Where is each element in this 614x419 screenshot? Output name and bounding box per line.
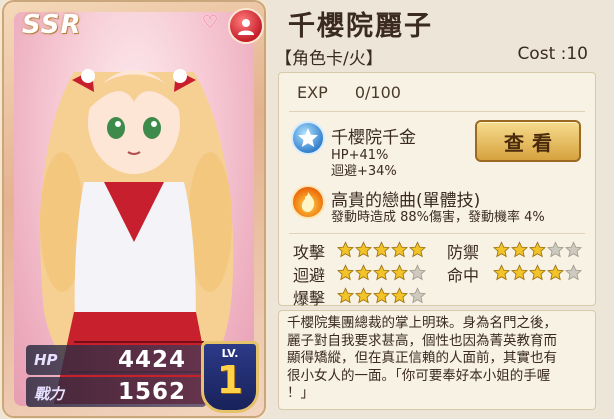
star-icon <box>493 264 510 281</box>
star-icon <box>391 241 408 258</box>
skill-1-desc: HP+41% 迴避+34% <box>331 148 397 180</box>
star-icon <box>565 264 582 281</box>
skill-2-desc: 發動時造成 88%傷害，發動機率 4% <box>331 210 545 225</box>
stat-label: 迴避 <box>293 266 326 285</box>
profile-button[interactable] <box>228 8 264 44</box>
star-icon <box>529 241 546 258</box>
star-icon <box>391 287 408 304</box>
description-line: 顯得矯縱，但在真正信賴的人面前，其實也有 <box>287 350 557 366</box>
divider <box>289 233 585 234</box>
stat-label: 防禦 <box>447 243 480 262</box>
power-value: 1562 <box>117 379 186 405</box>
description-line: 千櫻院集團總裁的掌上明珠。身為名門之後， <box>287 315 557 331</box>
info-panel: EXP 0/100 千櫻院千金 HP+41% 迴避+34% 查看 高貴的戀曲(單… <box>278 72 596 308</box>
favorite-heart-icon[interactable]: ♡ <box>202 12 218 33</box>
star-icon <box>373 287 390 304</box>
card-cost: Cost :10 <box>517 44 588 64</box>
stat-stars <box>493 241 582 258</box>
star-icon <box>409 264 426 281</box>
star-icon <box>355 241 372 258</box>
description-text: 千櫻院集團總裁的掌上明珠。身為名門之後， 麗子對自我要求甚高，個性也因為菁英教育… <box>287 315 587 403</box>
flame-icon <box>291 185 325 219</box>
exp-label: EXP <box>297 83 328 102</box>
star-icon <box>373 264 390 281</box>
power-bar: 戰力 1562 <box>26 377 206 407</box>
stat-label: 攻擊 <box>293 243 326 262</box>
star-icon <box>511 241 528 258</box>
hp-value: 4424 <box>117 347 186 373</box>
character-card: SSR ♡ HP 4424 戰力 1562 LV. 1 <box>4 2 264 416</box>
exp-value: 0/100 <box>354 83 401 102</box>
star-icon <box>529 264 546 281</box>
stat-stars <box>337 264 426 281</box>
skill-1-desc-line-1: HP+41% <box>331 148 389 163</box>
view-button[interactable]: 查看 <box>475 120 581 162</box>
character-description: 千櫻院集團總裁的掌上明珠。身為名門之後， 麗子對自我要求甚高，個性也因為菁英教育… <box>278 310 596 410</box>
star-badge-icon <box>291 121 325 155</box>
exp-row: EXP 0/100 <box>297 83 401 102</box>
star-icon <box>409 287 426 304</box>
divider <box>289 111 585 112</box>
star-icon <box>547 241 564 258</box>
level-badge: LV. 1 <box>201 341 259 413</box>
star-icon <box>355 287 372 304</box>
stat-stars <box>337 287 426 304</box>
hp-label: HP <box>34 351 58 369</box>
hp-bar: HP 4424 <box>26 345 206 375</box>
rarity-label: SSR <box>22 10 82 40</box>
person-icon <box>238 19 254 35</box>
star-icon <box>373 241 390 258</box>
star-icon <box>565 241 582 258</box>
star-icon <box>409 241 426 258</box>
description-line: 麗子對自我要求甚高，個性也因為菁英教育而 <box>287 332 557 349</box>
character-name: 千櫻院麗子 <box>288 11 433 42</box>
star-icon <box>511 264 528 281</box>
card-type: 【角色卡/火】 <box>275 49 383 69</box>
star-icon <box>493 241 510 258</box>
star-icon <box>337 287 354 304</box>
stat-stars <box>337 241 426 258</box>
power-label: 戰力 <box>34 385 65 403</box>
star-icon <box>337 241 354 258</box>
stat-stars <box>493 264 582 281</box>
skill-1-desc-line-2: 迴避+34% <box>331 164 397 179</box>
star-icon <box>547 264 564 281</box>
skill-2-name: 高貴的戀曲(單體技) <box>331 191 481 211</box>
star-icon <box>337 264 354 281</box>
skill-1-name: 千櫻院千金 <box>331 128 416 148</box>
stat-label: 爆擊 <box>293 289 326 308</box>
star-icon <box>391 264 408 281</box>
level-value: 1 <box>216 358 244 402</box>
description-line: 很小女人的一面。「你可要奉好本小姐的手喔 <box>287 367 551 384</box>
star-icon <box>355 264 372 281</box>
description-line: ！」 <box>287 385 314 401</box>
stat-label: 命中 <box>447 266 480 285</box>
